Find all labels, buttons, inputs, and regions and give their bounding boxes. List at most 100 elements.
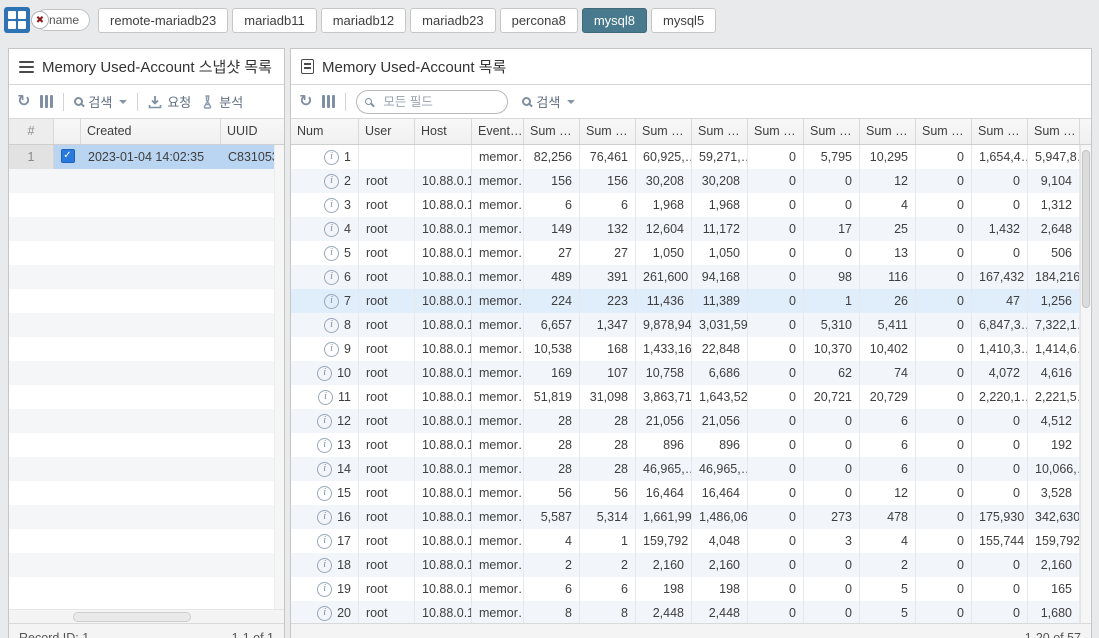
info-icon[interactable]: i (317, 606, 332, 621)
cell: 2,160 (692, 553, 748, 577)
cell: 132 (580, 217, 636, 241)
column-header[interactable]: Sum … (748, 119, 804, 144)
column-header[interactable]: Sum … (804, 119, 860, 144)
table-row[interactable]: i19root10.88.0.1memor…6619819800500165 (291, 577, 1091, 601)
info-icon[interactable]: i (324, 342, 339, 357)
column-header[interactable]: Host (415, 119, 472, 144)
info-icon[interactable]: i (324, 150, 339, 165)
apps-grid-icon[interactable] (4, 7, 30, 33)
info-icon[interactable]: i (317, 486, 332, 501)
cell: 223 (580, 289, 636, 313)
right-table-rows: i1memor…82,25676,46160,925,…59,271,…05,7… (291, 145, 1091, 623)
refresh-icon[interactable]: ↻ (17, 94, 30, 110)
table-row[interactable]: i12root10.88.0.1memor…282821,05621,05600… (291, 409, 1091, 433)
table-row[interactable]: i3root10.88.0.1memor…661,9681,968004001,… (291, 193, 1091, 217)
info-icon[interactable]: i (324, 174, 339, 189)
info-icon[interactable]: i (317, 414, 332, 429)
left-vertical-scrollbar[interactable] (274, 145, 284, 609)
info-icon[interactable]: i (318, 390, 333, 405)
column-header[interactable]: Sum … (916, 119, 972, 144)
cell: memor… (472, 337, 524, 361)
info-icon[interactable]: i (317, 534, 332, 549)
right-vertical-scrollbar[interactable] (1080, 145, 1091, 623)
all-fields-search-input[interactable] (356, 90, 508, 114)
tab-mariadb23[interactable]: mariadb23 (410, 8, 495, 33)
info-icon[interactable]: i (317, 462, 332, 477)
checkbox-checked[interactable]: ✓ (61, 149, 75, 163)
cell: 6 (860, 409, 916, 433)
cell: 28 (580, 433, 636, 457)
table-row[interactable]: i1memor…82,25676,46160,925,…59,271,…05,7… (291, 145, 1091, 169)
tab-mariadb12[interactable]: mariadb12 (321, 8, 406, 33)
search-dropdown-button[interactable]: 검색 (74, 92, 127, 111)
table-row[interactable]: i16root10.88.0.1memor…5,5875,3141,661,99… (291, 505, 1091, 529)
remove-filter-icon[interactable]: ✖ (31, 11, 49, 29)
left-horizontal-scrollbar[interactable] (9, 609, 284, 623)
table-row[interactable]: i6root10.88.0.1memor…489391261,60094,168… (291, 265, 1091, 289)
table-row[interactable]: i2root10.88.0.1memor…15615630,20830,2080… (291, 169, 1091, 193)
table-row[interactable]: i5root10.88.0.1memor…27271,0501,05000130… (291, 241, 1091, 265)
tab-mysql5[interactable]: mysql5 (651, 8, 716, 33)
info-icon[interactable]: i (317, 510, 332, 525)
table-row-selected[interactable]: 1 ✓ 2023-01-04 14:02:35 C8310534- (9, 145, 284, 169)
column-header[interactable]: Sum … (1028, 119, 1080, 144)
columns-icon[interactable] (322, 95, 335, 108)
table-row[interactable]: i20root10.88.0.1memor…882,4482,448005001… (291, 601, 1091, 623)
filter-chip-name[interactable]: ✖ name (35, 9, 90, 31)
column-header[interactable]: Event… (472, 119, 524, 144)
table-row[interactable]: i4root10.88.0.1memor…14913212,60411,1720… (291, 217, 1091, 241)
table-row[interactable]: i17root10.88.0.1memor…41159,7924,0480340… (291, 529, 1091, 553)
analyze-button[interactable]: 분석 (201, 92, 243, 111)
tab-remote-mariadb23[interactable]: remote-mariadb23 (98, 8, 228, 33)
cell: 6,847,3… (972, 313, 1028, 337)
info-icon[interactable]: i (324, 318, 339, 333)
info-icon[interactable]: i (324, 294, 339, 309)
info-icon[interactable]: i (317, 366, 332, 381)
info-icon[interactable]: i (324, 246, 339, 261)
tab-percona8[interactable]: percona8 (500, 8, 578, 33)
column-header[interactable]: Num (291, 119, 359, 144)
left-panel-footer: Record ID: 1 1-1 of 1 (9, 623, 284, 638)
table-row[interactable]: i8root10.88.0.1memor…6,6571,3479,878,944… (291, 313, 1091, 337)
column-header[interactable]: Sum … (636, 119, 692, 144)
refresh-icon[interactable]: ↻ (299, 94, 312, 110)
empty-row (9, 337, 284, 361)
table-row[interactable]: i13root10.88.0.1memor…282889689600600192 (291, 433, 1091, 457)
column-header[interactable]: Sum … (972, 119, 1028, 144)
column-header[interactable]: Sum … (860, 119, 916, 144)
column-header[interactable]: Sum … (692, 119, 748, 144)
right-panel-header: Memory Used-Account 목록 (291, 49, 1091, 85)
tab-mariadb11[interactable]: mariadb11 (232, 8, 316, 33)
info-icon[interactable]: i (317, 582, 332, 597)
info-icon[interactable]: i (317, 558, 332, 573)
info-icon[interactable]: i (324, 198, 339, 213)
table-row[interactable]: i18root10.88.0.1memor…222,1602,160002002… (291, 553, 1091, 577)
scrollbar-thumb[interactable] (1082, 150, 1090, 308)
info-icon[interactable]: i (324, 270, 339, 285)
column-header-uuid[interactable]: UUID (221, 119, 276, 144)
table-row[interactable]: i15root10.88.0.1memor…565616,46416,46400… (291, 481, 1091, 505)
empty-row (9, 553, 284, 577)
cell: 156 (524, 169, 580, 193)
info-icon[interactable]: i (324, 222, 339, 237)
menu-icon[interactable] (19, 61, 34, 73)
cell: 0 (804, 169, 860, 193)
table-row[interactable]: i7root10.88.0.1memor…22422311,43611,3890… (291, 289, 1091, 313)
scrollbar-thumb[interactable] (73, 612, 191, 622)
column-header-index[interactable]: # (9, 119, 54, 144)
search-dropdown-button[interactable]: 검색 (522, 92, 575, 111)
column-header-checkbox[interactable] (54, 119, 81, 144)
column-header-created[interactable]: Created (81, 119, 221, 144)
columns-icon[interactable] (40, 95, 53, 108)
table-row[interactable]: i14root10.88.0.1memor…282846,965,…46,965… (291, 457, 1091, 481)
table-row[interactable]: i9root10.88.0.1memor…10,5381681,433,1682… (291, 337, 1091, 361)
column-header[interactable]: User (359, 119, 415, 144)
table-row[interactable]: i11root10.88.0.1memor…51,81931,0983,863,… (291, 385, 1091, 409)
cell: 46,965,… (636, 457, 692, 481)
table-row[interactable]: i10root10.88.0.1memor…16910710,7586,6860… (291, 361, 1091, 385)
request-button[interactable]: 요청 (148, 92, 191, 111)
column-header[interactable]: Sum … (524, 119, 580, 144)
column-header[interactable]: Sum … (580, 119, 636, 144)
info-icon[interactable]: i (317, 438, 332, 453)
tab-mysql8[interactable]: mysql8 (582, 8, 647, 33)
